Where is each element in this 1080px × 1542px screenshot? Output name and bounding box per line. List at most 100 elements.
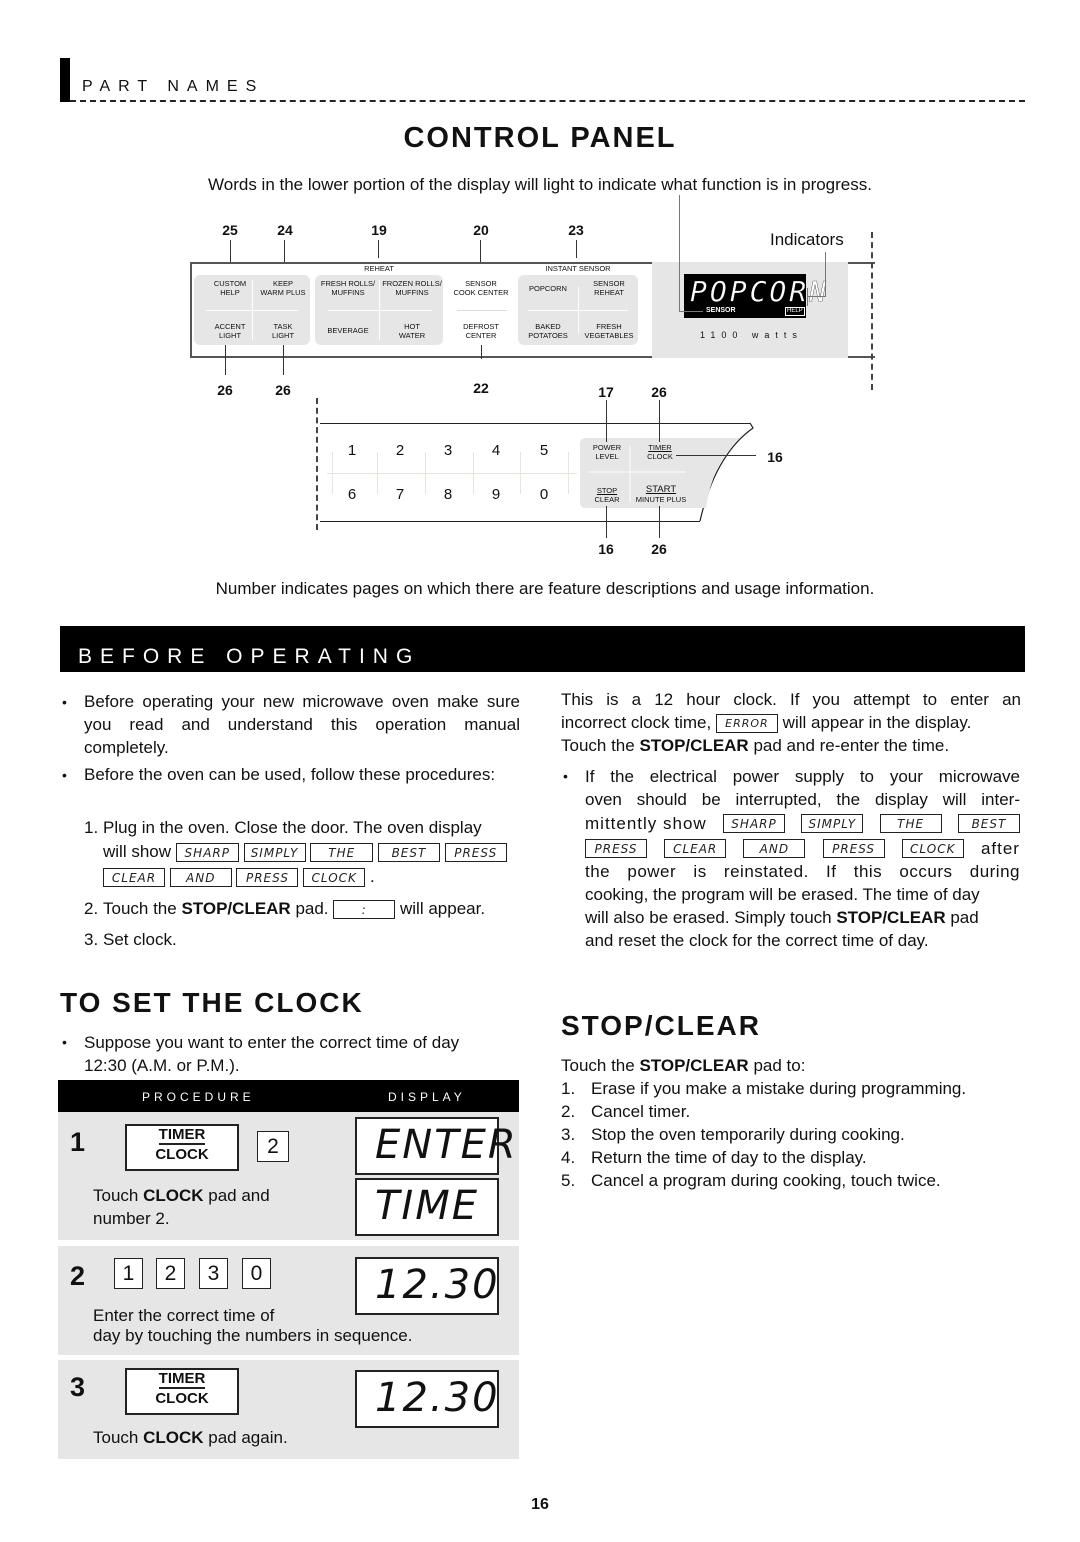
group-title-instant-sensor: INSTANT SENSOR <box>545 264 611 273</box>
set-clock-bullet-line-2: 12:30 (A.M. or P.M.). <box>84 1056 240 1075</box>
page-number: 16 <box>531 1496 549 1513</box>
pad-beverage[interactable]: BEVERAGE <box>316 326 380 335</box>
keypad-button-0[interactable]: 0 <box>532 486 556 503</box>
power-bullet-line-1: If the electrical power supply to your m… <box>585 767 1020 786</box>
display-column-header: DISPLAY <box>388 1090 466 1104</box>
pad-stop-label: STOP <box>596 486 618 495</box>
keypad-button-6[interactable]: 6 <box>340 486 364 503</box>
pad-keep-warm-plus[interactable]: KEEP WARM PLUS <box>253 279 313 297</box>
lcd-word: PRESS <box>444 843 507 863</box>
bullet-icon: • <box>62 694 67 710</box>
pad-sensor-reheat[interactable]: SENSOR REHEAT <box>578 279 640 297</box>
control-panel-footnote: Number indicates pages on which there ar… <box>215 579 875 598</box>
lcd-help-indicator: HELP <box>785 307 805 316</box>
lcd-word: SIMPLY <box>801 814 864 833</box>
step-1-display-line-1: will show SHARP SIMPLY THE BEST PRESS <box>103 840 507 863</box>
timer-label: TIMER <box>158 1126 206 1145</box>
step-number: 3 <box>70 1372 86 1402</box>
lower-panel-outline-bottom <box>320 521 700 522</box>
lcd-colon-display: : <box>333 900 396 920</box>
section-marker-bar <box>60 58 70 102</box>
callout-number: 23 <box>568 222 584 238</box>
pad-frozen-rolls-muffins[interactable]: FROZEN ROLLS/ MUFFINS <box>380 279 444 297</box>
callout-number: 25 <box>222 222 238 238</box>
lcd-error-word: ERROR <box>715 714 778 734</box>
step-number: 1. <box>84 818 99 837</box>
step-1-display-line-2: CLEAR AND PRESS CLOCK . <box>103 865 375 888</box>
keypad-button-1[interactable]: 1 <box>340 442 364 459</box>
control-panel-intro: Words in the lower portion of the displa… <box>208 175 872 194</box>
keypad-button-7[interactable]: 7 <box>388 486 412 503</box>
group-title-reheat: REHEAT <box>364 264 394 273</box>
pad-start-minute-plus[interactable]: START MINUTE PLUS <box>630 484 692 504</box>
step-1-instruction-line-1: Touch CLOCK pad and <box>93 1186 270 1205</box>
callout-line <box>378 240 379 258</box>
step-number: 2. <box>84 899 99 918</box>
number-pad-button[interactable]: 3 <box>199 1258 228 1289</box>
step-3-instruction: Touch CLOCK pad again. <box>93 1428 288 1447</box>
pad-baked-potatoes[interactable]: BAKED POTATOES <box>518 322 578 340</box>
number-pad-button[interactable]: 2 <box>257 1131 289 1162</box>
power-bullet-line-4: PRESS CLEAR AND PRESS CLOCK after <box>585 837 1020 860</box>
list-item: 1. Erase if you make a mistake during pro… <box>561 1079 967 1098</box>
pad-fresh-rolls-muffins[interactable]: FRESH ROLLS/ MUFFINS <box>316 279 380 297</box>
timer-clock-pad-button[interactable]: TIMER CLOCK <box>125 1368 239 1415</box>
lcd-word: PRESS <box>585 839 647 858</box>
lcd-word: AND <box>743 839 806 858</box>
clock-label: CLOCK <box>155 1146 209 1163</box>
display-readout: 12.30 <box>355 1257 499 1315</box>
power-bullet-line-3: mittently show SHARP SIMPLY THE BEST <box>585 812 1020 835</box>
timer-label: TIMER <box>158 1370 206 1389</box>
display-readout: 12.30 <box>355 1370 499 1428</box>
pad-hot-water[interactable]: HOT WATER <box>380 322 444 340</box>
clock-label: CLOCK <box>155 1390 209 1407</box>
step-1-text: Plug in the oven. Close the door. The ov… <box>103 818 482 837</box>
lcd-word: THE <box>879 814 942 833</box>
pad-accent-light[interactable]: ACCENT LIGHT <box>200 322 260 340</box>
pad-fresh-vegetables[interactable]: FRESH VEGETABLES <box>578 322 640 340</box>
pad-timer-clock[interactable]: TIMER CLOCK <box>636 443 684 461</box>
control-panel-title: CONTROL PANEL <box>403 122 677 154</box>
clock-info-line-1: This is a 12 hour clock. If you attempt … <box>561 690 1021 709</box>
keypad-button-4[interactable]: 4 <box>484 442 508 459</box>
step-3-text: Set clock. <box>103 930 177 949</box>
list-item: 3. Stop the oven temporarily during cooki… <box>561 1125 905 1144</box>
stop-clear-title: STOP/CLEAR <box>561 1010 761 1041</box>
step-1-text-2: will show <box>103 842 172 861</box>
pad-defrost-center[interactable]: DEFROST CENTER <box>448 322 514 340</box>
list-item: 4. Return the time of day to the display. <box>561 1148 867 1167</box>
keypad-button-9[interactable]: 9 <box>484 486 508 503</box>
callout-number: 20 <box>473 222 489 238</box>
pad-minute-plus-label: MINUTE PLUS <box>635 495 687 504</box>
bullet-icon: • <box>62 767 67 783</box>
section-header-dashed-rule <box>70 100 1025 102</box>
keypad-button-8[interactable]: 8 <box>436 486 460 503</box>
pad-task-light[interactable]: TASK LIGHT <box>253 322 313 340</box>
lcd-word: PRESS <box>822 839 885 858</box>
lcd-word: THE <box>310 843 374 863</box>
number-pad-button[interactable]: 1 <box>114 1258 143 1289</box>
step-2-instruction-line-2: day by touching the numbers in sequence. <box>93 1326 413 1345</box>
set-clock-bullet-line-1: Suppose you want to enter the correct ti… <box>84 1033 460 1052</box>
step-number: 3. <box>84 930 99 949</box>
set-clock-title: TO SET THE CLOCK <box>60 987 364 1018</box>
number-pad-button[interactable]: 0 <box>242 1258 271 1289</box>
pad-custom-help[interactable]: CUSTOM HELP <box>200 279 260 297</box>
before-operating-bullet-1: Before operating your new microwave oven… <box>84 692 520 757</box>
bullet-icon: • <box>563 768 568 784</box>
pad-power-level[interactable]: POWER LEVEL <box>585 443 629 461</box>
timer-clock-pad-button[interactable]: TIMER CLOCK <box>125 1124 239 1171</box>
pad-stop-clear[interactable]: STOP CLEAR <box>585 486 629 504</box>
lcd-word: CLEAR <box>664 839 727 858</box>
number-pad-button[interactable]: 2 <box>156 1258 185 1289</box>
keypad-button-3[interactable]: 3 <box>436 442 460 459</box>
pad-popcorn[interactable]: POPCORN <box>518 284 578 293</box>
power-bullet-line-7: will also be erased. Simply touch STOP/C… <box>585 908 979 927</box>
lower-panel-edge-dashed <box>316 398 318 530</box>
lcd-word: AND <box>169 868 232 888</box>
pad-sensor-cook-center[interactable]: SENSOR COOK CENTER <box>448 279 514 297</box>
keypad-button-5[interactable]: 5 <box>532 442 556 459</box>
stop-clear-intro: Touch the STOP/CLEAR pad to: <box>561 1056 806 1075</box>
lcd-word: CLEAR <box>103 868 165 888</box>
keypad-button-2[interactable]: 2 <box>388 442 412 459</box>
